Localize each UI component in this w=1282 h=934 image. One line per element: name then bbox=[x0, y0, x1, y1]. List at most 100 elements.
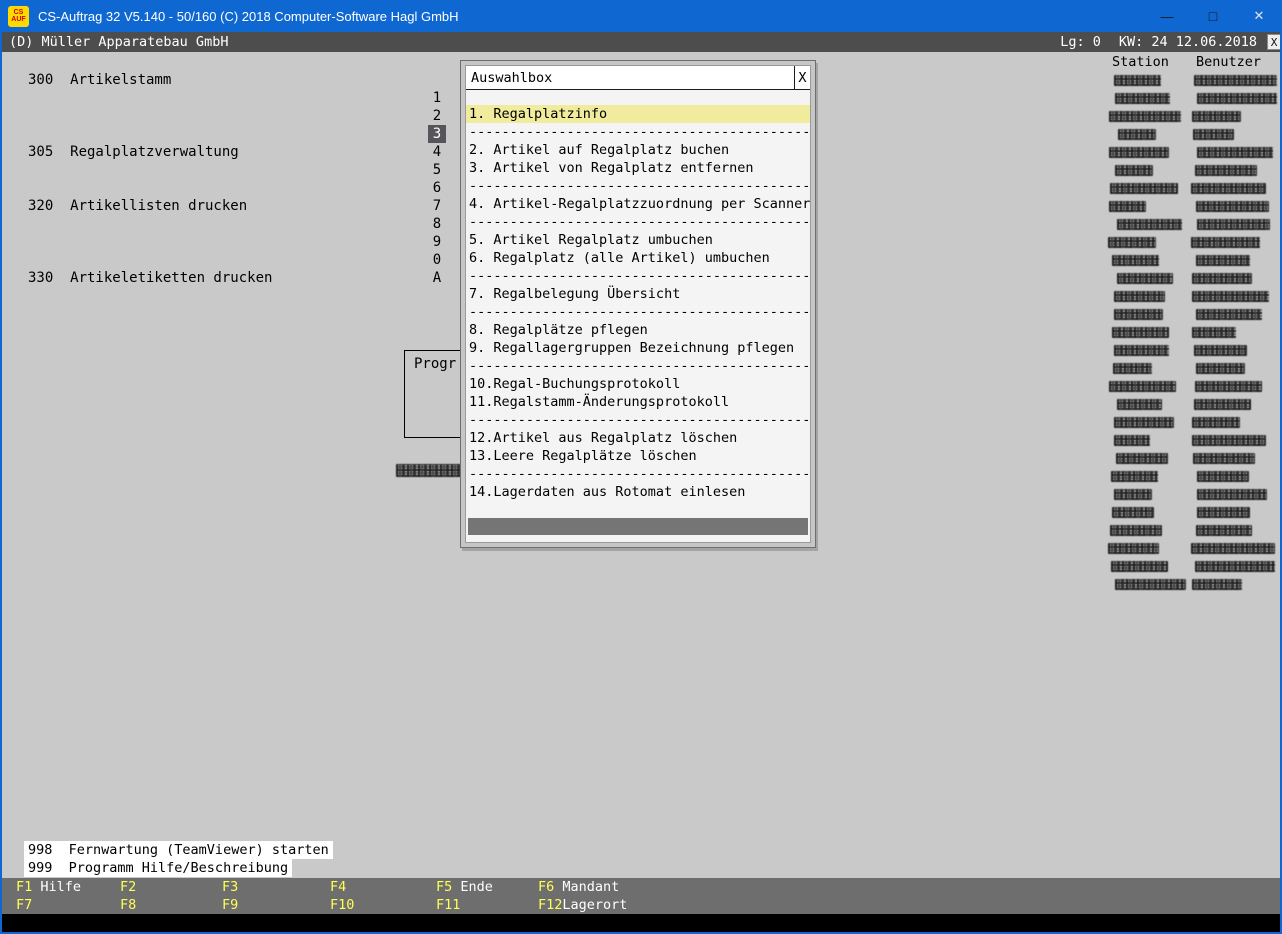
redacted-user bbox=[1195, 165, 1257, 176]
redacted-user bbox=[1196, 309, 1262, 320]
auswahlbox-dialog: Auswahlbox X 1. Regalplatzinfo----------… bbox=[460, 60, 816, 548]
redacted-station bbox=[1118, 129, 1156, 140]
redacted-station bbox=[1109, 147, 1169, 158]
dialog-separator: ----------------------------------------… bbox=[466, 303, 810, 321]
hotkey-5[interactable]: 5 bbox=[428, 161, 446, 179]
hotkey-2[interactable]: 2 bbox=[428, 107, 446, 125]
fkey-F6[interactable]: F6 Mandant bbox=[538, 878, 619, 896]
fkey-label: Hilfe bbox=[32, 879, 81, 895]
dialog-item[interactable]: 5. Artikel Regalplatz umbuchen bbox=[466, 231, 810, 249]
redacted-user bbox=[1192, 273, 1252, 284]
fkey-F10[interactable]: F10 bbox=[330, 896, 354, 914]
dialog-separator: ----------------------------------------… bbox=[466, 411, 810, 429]
fkey-F5[interactable]: F5 Ende bbox=[436, 878, 493, 896]
hotkey-A[interactable]: A bbox=[428, 269, 446, 287]
dialog-item[interactable]: 9. Regallagergruppen Bezeichnung pflegen bbox=[466, 339, 810, 357]
fkey-F1[interactable]: F1 Hilfe bbox=[16, 878, 81, 896]
redacted-station bbox=[1115, 579, 1186, 590]
dialog-item[interactable]: 13.Leere Regalplätze löschen bbox=[466, 447, 810, 465]
minimize-icon: — bbox=[1161, 9, 1174, 24]
redacted-user bbox=[1192, 435, 1266, 446]
dialog-item[interactable]: 14.Lagerdaten aus Rotomat einlesen bbox=[466, 483, 810, 501]
dialog-item[interactable]: 8. Regalplätze pflegen bbox=[466, 321, 810, 339]
dialog-item[interactable]: 10.Regal-Buchungsprotokoll bbox=[466, 375, 810, 393]
dialog-item[interactable]: 11.Regalstamm-Änderungsprotokoll bbox=[466, 393, 810, 411]
dialog-item[interactable]: 3. Artikel von Regalplatz entfernen bbox=[466, 159, 810, 177]
redacted-station bbox=[1108, 543, 1159, 554]
dialog-item[interactable]: 7. Regalbelegung Übersicht bbox=[466, 285, 810, 303]
bottom-black-bar bbox=[0, 914, 1282, 932]
redacted-user bbox=[1194, 399, 1251, 410]
redacted-user bbox=[1197, 489, 1267, 500]
app-icon-text-top: CS bbox=[14, 9, 24, 16]
fkey-F8[interactable]: F8 bbox=[120, 896, 136, 914]
fkey-code: F2 bbox=[120, 879, 136, 895]
menu-item-330[interactable]: 330 Artikeletiketten drucken bbox=[28, 269, 272, 287]
dialog-item[interactable]: 12.Artikel aus Regalplatz löschen bbox=[466, 429, 810, 447]
hotkey-6[interactable]: 6 bbox=[428, 179, 446, 197]
menu-item-300[interactable]: 300 Artikelstamm bbox=[28, 71, 171, 89]
dialog-item[interactable]: 6. Regalplatz (alle Artikel) umbuchen bbox=[466, 249, 810, 267]
fkey-F11[interactable]: F11 bbox=[436, 896, 460, 914]
menu-item-305[interactable]: 305 Regalplatzverwaltung bbox=[28, 143, 239, 161]
redacted-user bbox=[1197, 93, 1277, 104]
redacted-station bbox=[1111, 471, 1158, 482]
dialog-item[interactable]: 2. Artikel auf Regalplatz buchen bbox=[466, 141, 810, 159]
redacted-row bbox=[1106, 504, 1270, 522]
hotkey-0[interactable]: 0 bbox=[428, 251, 446, 269]
dialog-item[interactable]: 4. Artikel-Regalplatzzuordnung per Scann… bbox=[466, 195, 810, 213]
redacted-user bbox=[1192, 291, 1269, 302]
fkey-F4[interactable]: F4 bbox=[330, 878, 346, 896]
fkey-code: F9 bbox=[222, 897, 238, 913]
close-button[interactable]: ✕ bbox=[1236, 0, 1282, 32]
redacted-user bbox=[1197, 507, 1250, 518]
program-box-label: Progr bbox=[414, 356, 456, 372]
fbar-row1: F1 Hilfe F2 F3 F4 F5 Ende F6 Mandant bbox=[0, 878, 1282, 896]
fkey-label: Lagerort bbox=[562, 897, 627, 913]
fkey-F7[interactable]: F7 bbox=[16, 896, 32, 914]
maximize-icon: □ bbox=[1209, 8, 1217, 24]
header-close-button[interactable]: X bbox=[1267, 34, 1281, 50]
redacted-row bbox=[1106, 360, 1270, 378]
redacted-station bbox=[1111, 561, 1168, 572]
hotkey-9[interactable]: 9 bbox=[428, 233, 446, 251]
redacted-station bbox=[1112, 507, 1154, 518]
fkey-F2[interactable]: F2 bbox=[120, 878, 136, 896]
redacted-user bbox=[1192, 579, 1242, 590]
fkey-F3[interactable]: F3 bbox=[222, 878, 238, 896]
benutzer-column-header: Benutzer bbox=[1196, 53, 1261, 71]
redacted-station bbox=[1109, 381, 1176, 392]
redacted-user bbox=[1193, 453, 1255, 464]
hotkey-1[interactable]: 1 bbox=[428, 89, 446, 107]
redacted-row bbox=[1106, 270, 1270, 288]
redacted-row bbox=[1106, 144, 1270, 162]
redacted-user bbox=[1194, 345, 1247, 356]
redacted-user bbox=[1197, 471, 1249, 482]
menu-item-320[interactable]: 320 Artikellisten drucken bbox=[28, 197, 247, 215]
redacted-user bbox=[1192, 327, 1236, 338]
lagerort-indicator: Lg: 0 bbox=[1060, 34, 1101, 50]
redacted-station bbox=[1110, 525, 1162, 536]
hotkey-8[interactable]: 8 bbox=[428, 215, 446, 233]
footer-item-998[interactable]: 998 Fernwartung (TeamViewer) starten bbox=[24, 841, 333, 859]
calendar-week-date: KW: 24 12.06.2018 bbox=[1119, 34, 1257, 50]
fkey-F12[interactable]: F12Lagerort bbox=[538, 896, 627, 914]
hotkey-4[interactable]: 4 bbox=[428, 143, 446, 161]
dialog-item[interactable]: 1. Regalplatzinfo bbox=[466, 105, 810, 123]
fkey-F9[interactable]: F9 bbox=[222, 896, 238, 914]
redacted-user bbox=[1196, 201, 1269, 212]
hotkey-3[interactable]: 3 bbox=[428, 125, 446, 143]
close-icon: ✕ bbox=[1254, 8, 1265, 24]
dialog-separator: ----------------------------------------… bbox=[466, 177, 810, 195]
minimize-button[interactable]: — bbox=[1144, 0, 1190, 32]
hotkey-7[interactable]: 7 bbox=[428, 197, 446, 215]
dialog-close-button[interactable]: X bbox=[794, 66, 810, 89]
dialog-scrollbar[interactable] bbox=[468, 518, 808, 535]
station-column-header: Station bbox=[1112, 53, 1169, 71]
fkey-code: F3 bbox=[222, 879, 238, 895]
redacted-row bbox=[1106, 486, 1270, 504]
redacted-station bbox=[1114, 489, 1152, 500]
footer-item-999[interactable]: 999 Programm Hilfe/Beschreibung bbox=[24, 859, 292, 877]
maximize-button[interactable]: □ bbox=[1190, 0, 1236, 32]
redacted-station bbox=[1110, 183, 1178, 194]
